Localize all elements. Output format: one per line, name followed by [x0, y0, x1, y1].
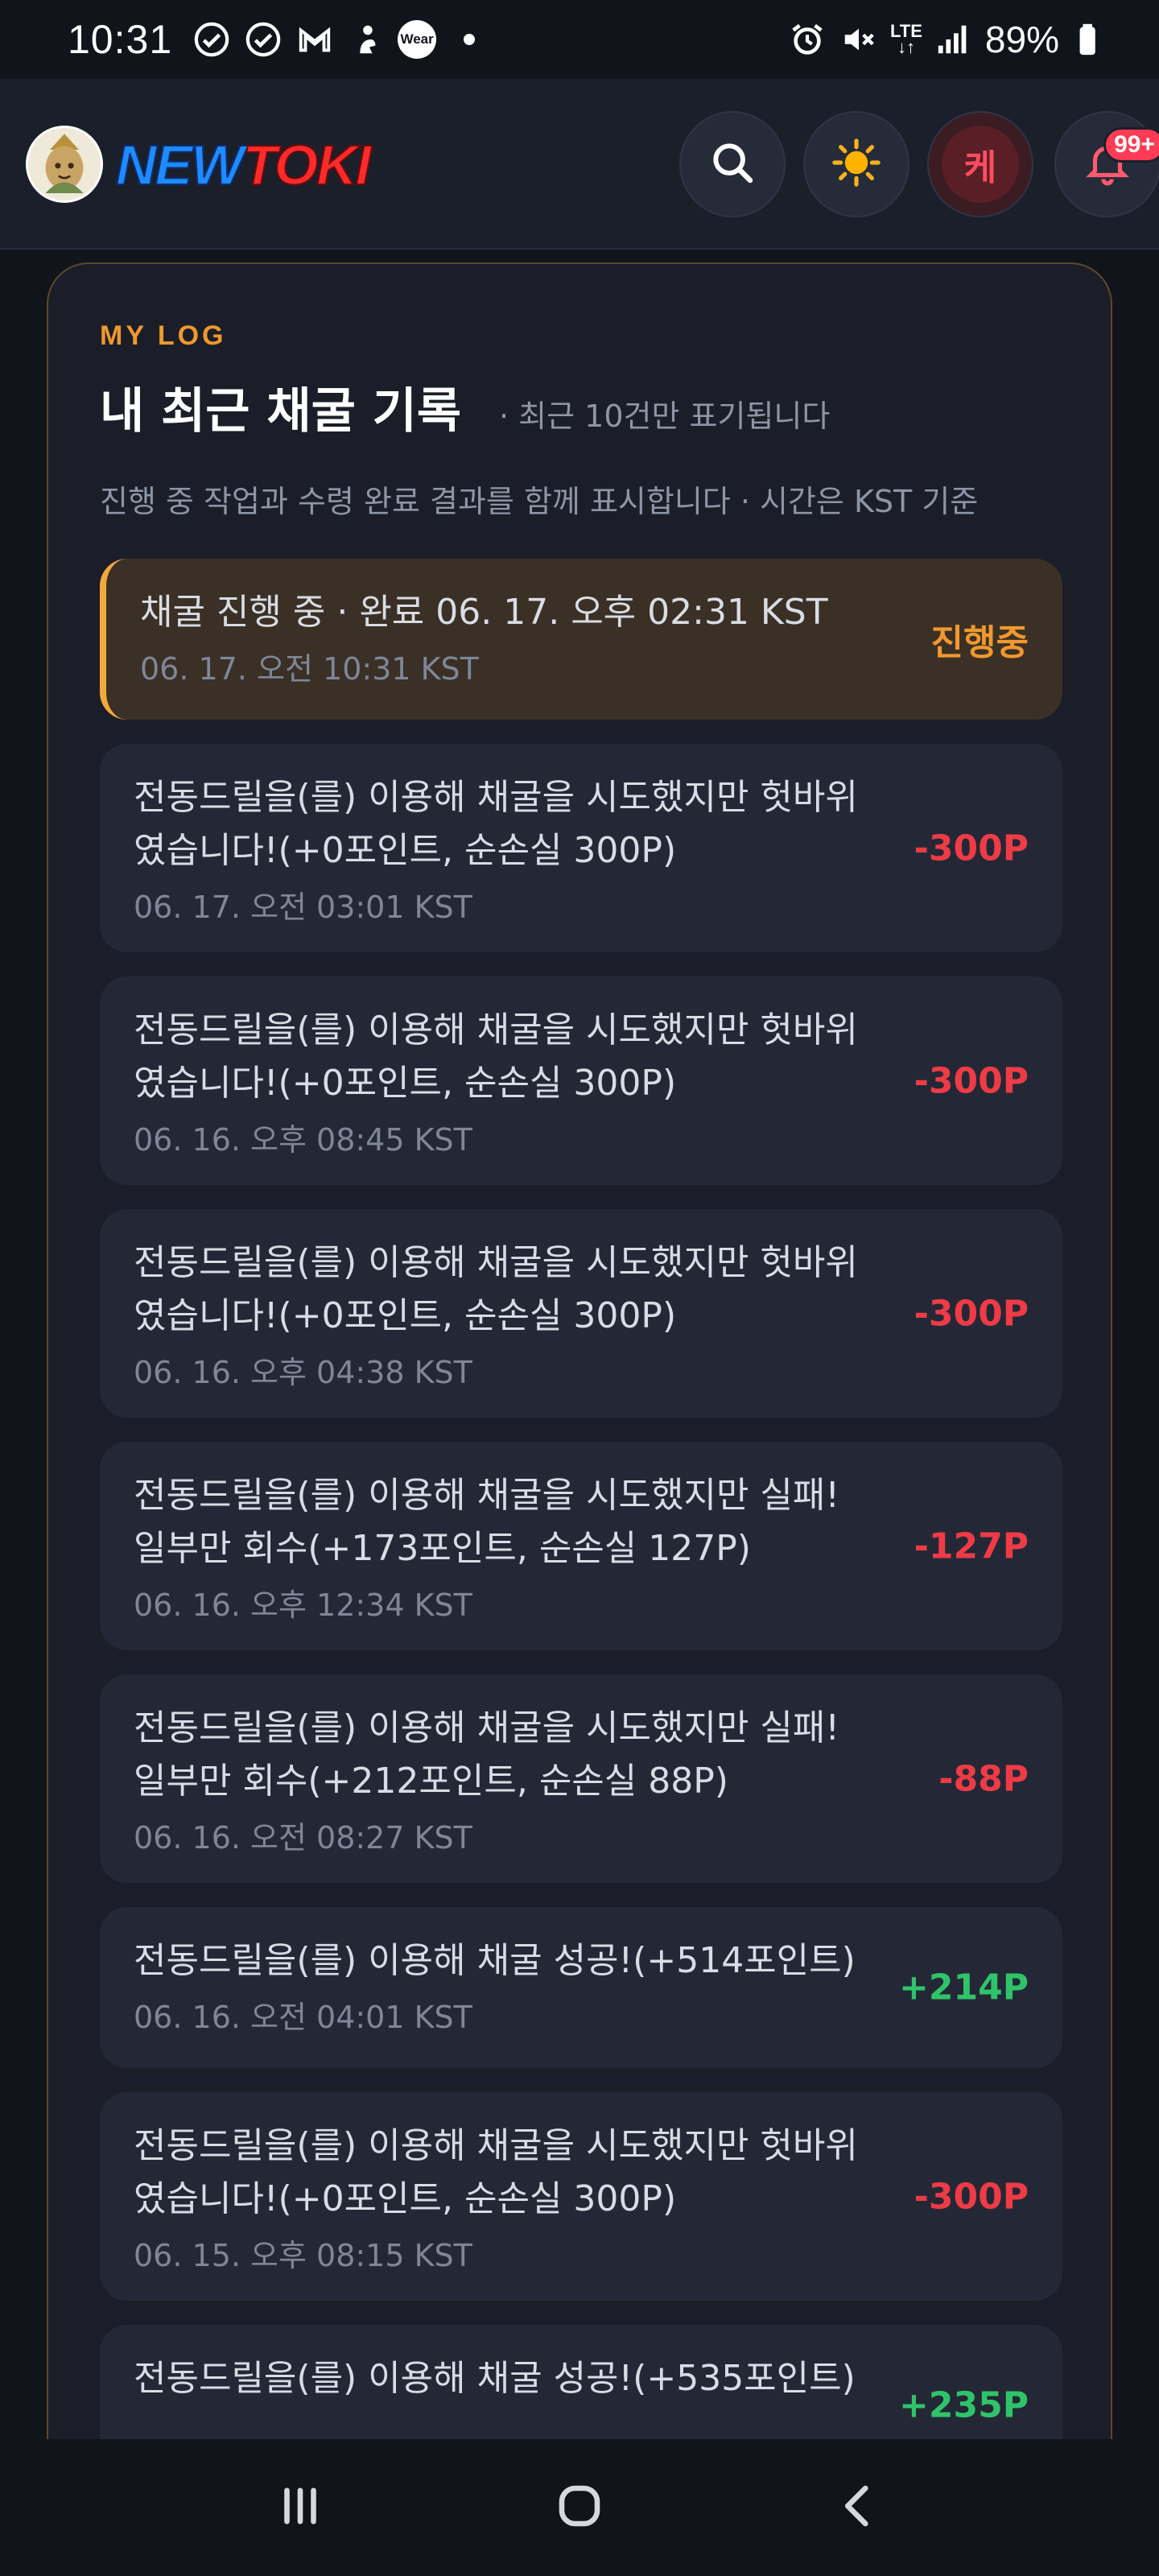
- log-item[interactable]: 전동드릴을(를) 이용해 채굴을 시도했지만 실패! 일부만 회수(+212포인…: [100, 1674, 1062, 1883]
- home-button[interactable]: [531, 2459, 628, 2556]
- log-item[interactable]: 전동드릴을(를) 이용해 채굴을 시도했지만 실패! 일부만 회수(+173포인…: [100, 1442, 1062, 1650]
- log-item-points: -300P: [914, 828, 1029, 869]
- log-item[interactable]: 전동드릴을(를) 이용해 채굴을 시도했지만 헛바위였습니다!(+0포인트, 순…: [100, 1209, 1062, 1418]
- log-item[interactable]: 전동드릴을(를) 이용해 채굴을 시도했지만 헛바위였습니다!(+0포인트, 순…: [100, 2092, 1062, 2301]
- more-notifications-dot: [464, 34, 476, 45]
- log-item-points: -300P: [914, 1293, 1029, 1334]
- log-item-status: 진행중: [930, 622, 1029, 663]
- log-item-message: 전동드릴을(를) 이용해 채굴을 시도했지만 실패! 일부만 회수(+173포인…: [134, 1475, 840, 1569]
- wear-icon: Wear: [398, 20, 437, 59]
- user-profile-button[interactable]: 케: [927, 111, 1033, 217]
- log-item-message: 전동드릴을(를) 이용해 채굴을 시도했지만 헛바위였습니다!(+0포인트, 순…: [134, 1009, 858, 1104]
- search-icon: [707, 138, 757, 191]
- log-item-message: 전동드릴을(를) 이용해 채굴을 시도했지만 헛바위였습니다!(+0포인트, 순…: [134, 777, 858, 871]
- status-left: 10:31 Wear: [68, 16, 476, 63]
- log-item-time: 06. 16. 오전 08:27 KST: [134, 1820, 472, 1856]
- logo-wordmark[interactable]: NEWTOKI: [115, 130, 372, 200]
- notifications-button[interactable]: 99+: [1054, 111, 1159, 217]
- log-item[interactable]: 전동드릴을(를) 이용해 채굴을 시도했지만 헛바위였습니다!(+0포인트, 순…: [100, 744, 1062, 952]
- logo-part-toki: TOKI: [241, 133, 372, 197]
- card-description: 진행 중 작업과 수령 완료 결과를 함께 표시합니다 · 시간은 KST 기준: [100, 484, 979, 519]
- log-item-message: 전동드릴을(를) 이용해 채굴을 시도했지만 헛바위였습니다!(+0포인트, 순…: [134, 2125, 858, 2219]
- log-item-points: +235P: [899, 2384, 1029, 2426]
- check-circle-icon: [192, 19, 232, 60]
- back-icon: [832, 2479, 885, 2536]
- recent-apps-icon: [274, 2479, 327, 2536]
- log-item-time: 06. 16. 오후 12:34 KST: [134, 1587, 472, 1623]
- log-item[interactable]: 전동드릴을(를) 이용해 채굴 성공!(+514포인트) 06. 16. 오전 …: [100, 1907, 1062, 2068]
- logo-avatar[interactable]: [26, 126, 103, 203]
- log-item-time: 06. 17. 오전 10:31 KST: [140, 651, 479, 687]
- mute-icon: [839, 19, 879, 60]
- theme-toggle-button[interactable]: [803, 111, 909, 217]
- battery-percent: 89%: [984, 19, 1059, 60]
- log-item-message: 전동드릴을(를) 이용해 채굴 성공!(+514포인트): [134, 1940, 856, 1981]
- log-item-points: -127P: [914, 1525, 1029, 1567]
- log-item-message: 전동드릴을(를) 이용해 채굴을 시도했지만 실패! 일부만 회수(+212포인…: [134, 1707, 840, 1802]
- log-item-points: -300P: [914, 2176, 1029, 2217]
- log-item[interactable]: 전동드릴을(를) 이용해 채굴을 시도했지만 헛바위였습니다!(+0포인트, 순…: [100, 976, 1062, 1185]
- back-button[interactable]: [810, 2459, 907, 2556]
- signal-icon: [934, 19, 974, 60]
- app-icon: [346, 19, 386, 60]
- status-bar: 10:31 Wear LTE ↓↑ 89%: [0, 0, 1159, 79]
- user-avatar: 케: [942, 126, 1019, 203]
- lte-indicator: LTE ↓↑: [890, 21, 922, 57]
- logo-part-new: NEW: [115, 133, 245, 197]
- log-item-time: 06. 16. 오후 08:45 KST: [134, 1122, 472, 1158]
- lte-label: LTE: [890, 21, 922, 41]
- log-item-message: 전동드릴을(를) 이용해 채굴 성공!(+535포인트): [134, 2358, 856, 2399]
- notification-count-badge: 99+: [1103, 127, 1159, 163]
- log-list: 채굴 진행 중 · 완료 06. 17. 오후 02:31 KST 06. 17…: [100, 559, 1062, 2510]
- log-item-message: 채굴 진행 중 · 완료 06. 17. 오후 02:31 KST: [140, 592, 828, 633]
- check-circle-icon: [243, 19, 283, 60]
- recent-apps-button[interactable]: [252, 2459, 349, 2556]
- app-header: NEWTOKI 케 99+: [0, 79, 1159, 250]
- log-item-time: 06. 15. 오후 08:15 KST: [134, 2238, 472, 2273]
- system-nav-bar: [0, 2439, 1159, 2576]
- log-item-in-progress[interactable]: 채굴 진행 중 · 완료 06. 17. 오후 02:31 KST 06. 17…: [100, 559, 1062, 720]
- log-item-points: -300P: [914, 1060, 1029, 1101]
- gmail-icon: [295, 19, 335, 60]
- battery-icon: [1070, 19, 1111, 60]
- log-item-time: 06. 17. 오전 03:01 KST: [134, 890, 472, 925]
- log-item-points: -88P: [938, 1758, 1029, 1799]
- search-button[interactable]: [679, 111, 786, 217]
- card-eyebrow: MY LOG: [100, 320, 227, 351]
- sun-icon: [831, 138, 881, 191]
- log-item-points: +214P: [899, 1967, 1029, 2008]
- alarm-icon: [787, 19, 827, 60]
- title-subnote: · 최근 10건만 표기됩니다: [499, 398, 831, 434]
- mining-log-card: MY LOG 내 최근 채굴 기록 · 최근 10건만 표기됩니다 진행 중 작…: [47, 262, 1112, 2516]
- log-item-message: 전동드릴을(를) 이용해 채굴을 시도했지만 헛바위였습니다!(+0포인트, 순…: [134, 1242, 858, 1336]
- status-time: 10:31: [68, 17, 173, 62]
- log-item-time: 06. 16. 오후 04:38 KST: [134, 1355, 472, 1390]
- page-title: 내 최근 채굴 기록: [100, 383, 462, 440]
- home-icon: [553, 2479, 606, 2536]
- status-right: LTE ↓↑ 89%: [787, 18, 1111, 61]
- log-item-time: 06. 16. 오전 04:01 KST: [134, 2000, 472, 2035]
